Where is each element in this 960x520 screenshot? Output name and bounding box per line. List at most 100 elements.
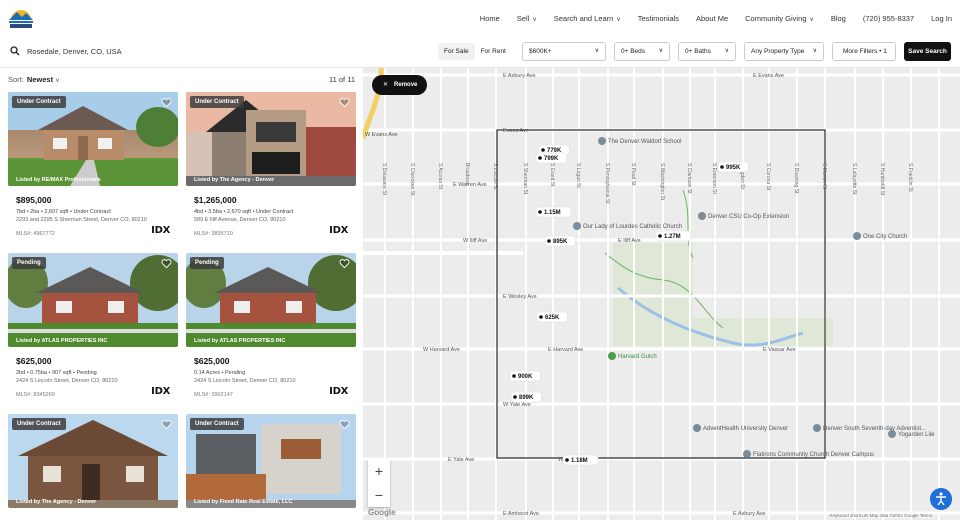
chevron-down-icon: ∨	[812, 48, 817, 54]
chevron-down-icon: ∨	[809, 16, 814, 23]
marker-price: 1.15M	[544, 210, 561, 216]
listing-card[interactable]: Pending Listed by ATLAS PROPERTIES INC $…	[186, 253, 356, 398]
street-label: E Yale Ave	[448, 457, 474, 463]
listing-photo[interactable]: Pending Listed by ATLAS PROPERTIES INC	[8, 253, 178, 347]
price-marker[interactable]: 995K	[717, 161, 749, 173]
more-filters-button[interactable]: More Filters • 1	[832, 42, 896, 61]
listing-card[interactable]: Pending Listed by ATLAS PROPERTIES INC $…	[8, 253, 178, 398]
nav-search-learn[interactable]: Search and Learn ∨	[554, 14, 621, 23]
accessibility-icon[interactable]	[930, 488, 952, 510]
listing-price: $895,000	[16, 195, 52, 205]
poi-label: The Denver Waldorf School	[608, 139, 681, 145]
price-marker[interactable]: 895K	[544, 235, 576, 247]
for-rent-tab[interactable]: For Rent	[475, 43, 512, 60]
heart-icon[interactable]	[161, 97, 172, 108]
price-marker[interactable]: 1.18M	[562, 454, 599, 466]
beds-dropdown[interactable]: 0+ Beds ∨	[614, 42, 670, 61]
marker-dot	[538, 156, 542, 160]
price-marker[interactable]: 1.15M	[535, 206, 572, 218]
listing-photo[interactable]: Under Contract Listed by The Agency - De…	[8, 414, 178, 508]
listing-photo[interactable]: Under Contract Listed by The Agency - De…	[186, 92, 356, 186]
zoom-out-button[interactable]: −	[368, 483, 390, 507]
price-marker[interactable]: 1.27M	[655, 230, 692, 242]
listing-address: 2424 S Lincoln Street, Denver CO, 80210	[16, 378, 118, 384]
marker-price: 895K	[553, 239, 568, 245]
for-sale-tab[interactable]: For Sale	[438, 43, 475, 60]
street-label: E Wesley Ave	[503, 294, 537, 300]
listing-price: $625,000	[194, 356, 230, 366]
listing-card[interactable]: Under Contract Listed by The Agency - De…	[8, 414, 178, 508]
marker-price: 799K	[544, 156, 559, 162]
poi-label: Denver CSU Co-Op Extension	[708, 214, 789, 220]
heart-icon[interactable]	[161, 419, 172, 430]
google-logo: Google	[368, 508, 396, 517]
marker-price: 1.18M	[571, 458, 588, 464]
close-icon: ✕	[383, 82, 389, 88]
remove-label: Remove	[394, 82, 418, 88]
nav-community[interactable]: Community Giving ∨	[745, 14, 814, 23]
listing-photo[interactable]: Under Contract Listed by RE/MAX Professi…	[8, 92, 178, 186]
map-canvas[interactable]: E Asbury Ave W Evans Ave Evans Ave E Evans …	[363, 68, 960, 520]
brand-logo[interactable]	[8, 6, 34, 30]
listing-details: 0.14 Acres • Pending	[194, 370, 246, 376]
search-icon	[10, 46, 20, 56]
save-search-button[interactable]: Save Search	[904, 42, 951, 61]
beds-value: 0+ Beds	[621, 48, 646, 55]
listing-photo[interactable]: Under Contract Listed by Fixed Rate Real…	[186, 414, 356, 508]
poi-pin-icon	[698, 212, 706, 220]
property-type-value: Any Property Type	[751, 48, 805, 55]
nav-about[interactable]: About Me	[696, 14, 728, 23]
street-label: S Logan St	[575, 163, 581, 188]
nav-blog[interactable]: Blog	[831, 14, 846, 23]
map-view[interactable]: E Asbury Ave W Evans Ave Evans Ave E Evans …	[363, 68, 960, 520]
heart-icon[interactable]	[339, 419, 350, 430]
nav-testimonials[interactable]: Testimonials	[638, 14, 679, 23]
heart-icon[interactable]	[161, 258, 172, 269]
filter-bar: Rosedale, Denver, CO, USA For Sale For R…	[0, 36, 960, 68]
street-label: S Lafayette St	[851, 163, 857, 195]
zoom-control: + −	[368, 459, 390, 507]
listing-card[interactable]: Under Contract Listed by Fixed Rate Real…	[186, 414, 356, 508]
nav-sell-label: Sell	[516, 13, 530, 23]
baths-dropdown[interactable]: 0+ Baths ∨	[678, 42, 736, 61]
status-badge: Under Contract	[190, 96, 244, 108]
marker-dot	[512, 374, 516, 378]
listing-photo[interactable]: Pending Listed by ATLAS PROPERTIES INC	[186, 253, 356, 347]
sort-control[interactable]: Sort: Newest ∨	[8, 75, 60, 84]
price-marker[interactable]: 799K	[535, 152, 567, 164]
price-dropdown[interactable]: $600K+ ∨	[522, 42, 606, 61]
idx-logo: IDX	[329, 386, 348, 397]
marker-dot	[565, 458, 569, 462]
street-label: Evans Ave	[503, 128, 529, 134]
street-label: E Asbury Ave	[503, 73, 536, 79]
map-credits[interactable]: Keyboard shortcuts Map data ©2024 Google…	[829, 513, 932, 518]
street-label: W Iliff Ave	[463, 238, 487, 244]
heart-icon[interactable]	[339, 258, 350, 269]
listing-price: $625,000	[16, 356, 52, 366]
street-label: W Harvard Ave	[423, 347, 460, 353]
listing-card[interactable]: Under Contract Listed by RE/MAX Professi…	[8, 92, 178, 237]
marker-dot	[538, 210, 542, 214]
marker-price: 625K	[545, 315, 560, 321]
listing-panel: Sort: Newest ∨ 11 of 11 Under Contract Li…	[0, 69, 363, 520]
listing-address: 589 E Iliff Avenue, Denver CO, 80210	[194, 217, 286, 223]
nav-sell[interactable]: Sell ∨	[517, 14, 537, 23]
nav-home[interactable]: Home	[480, 14, 500, 23]
poi-label: One City Church	[863, 234, 907, 240]
location-search-input[interactable]: Rosedale, Denver, CO, USA	[27, 47, 122, 56]
price-marker[interactable]: 900K	[509, 370, 541, 382]
listing-details: 7bd • 2ba • 2,607 sqft • Under Contract	[16, 209, 111, 215]
nav-phone[interactable]: (720) 955-8337	[863, 14, 914, 23]
zoom-in-button[interactable]: +	[368, 459, 390, 483]
nav-login[interactable]: Log In	[931, 14, 952, 23]
property-type-dropdown[interactable]: Any Property Type ∨	[744, 42, 824, 61]
listing-card[interactable]: Under Contract Listed by The Agency - De…	[186, 92, 356, 237]
remove-boundary-button[interactable]: ✕ Remove	[372, 75, 427, 95]
price-marker[interactable]: 899K	[510, 391, 542, 403]
price-marker[interactable]: 625K	[536, 311, 568, 323]
chevron-down-icon: ∨	[658, 48, 663, 54]
street-label: S Humboldt St	[879, 163, 885, 196]
street-label: S Emerson St	[711, 163, 717, 194]
heart-icon[interactable]	[339, 97, 350, 108]
street-label: S Pennsylvania St	[604, 163, 610, 204]
